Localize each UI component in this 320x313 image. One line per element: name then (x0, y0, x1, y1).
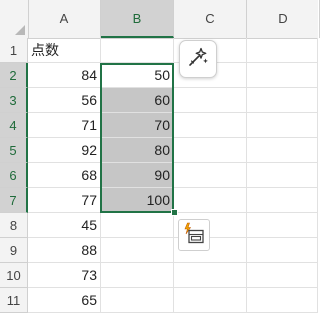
row-header-3[interactable]: 3 (0, 88, 28, 113)
row-header-2[interactable]: 2 (0, 63, 28, 88)
cell-b1[interactable] (101, 38, 174, 63)
column-header-b[interactable]: B (101, 0, 174, 38)
cell-b3[interactable]: 60 (101, 88, 174, 113)
cell-a6[interactable]: 68 (28, 163, 101, 188)
fill-handle[interactable] (171, 209, 178, 216)
select-all-corner[interactable] (0, 0, 29, 38)
column-header-bar: A B C D (0, 0, 320, 39)
quick-analysis-icon (182, 221, 206, 250)
row-header-11[interactable]: 11 (0, 288, 28, 313)
cell-b7[interactable]: 100 (101, 188, 174, 213)
cell-a4[interactable]: 71 (28, 113, 101, 138)
cell-a8[interactable]: 45 (28, 213, 101, 238)
cell-a9[interactable]: 88 (28, 238, 101, 263)
cell-d1[interactable] (247, 38, 318, 63)
cell-d10[interactable] (247, 263, 318, 288)
column-header-d[interactable]: D (247, 0, 320, 38)
row-header-9[interactable]: 9 (0, 238, 28, 263)
cell-c3[interactable] (174, 88, 247, 113)
row-header-1[interactable]: 1 (0, 38, 28, 63)
cell-a7[interactable]: 77 (28, 188, 101, 213)
cell-d9[interactable] (247, 238, 318, 263)
spreadsheet-grid: A B C D 1 2 3 4 5 6 7 8 9 10 11 点数 84 56… (0, 0, 320, 313)
cell-a3[interactable]: 56 (28, 88, 101, 113)
column-header-c[interactable]: C (174, 0, 247, 38)
row-header-8[interactable]: 8 (0, 213, 28, 238)
cell-c10[interactable] (174, 263, 247, 288)
cell-b4[interactable]: 70 (101, 113, 174, 138)
cell-b5[interactable]: 80 (101, 138, 174, 163)
quick-analysis-button[interactable] (178, 219, 210, 251)
cell-b10[interactable] (101, 263, 174, 288)
cell-d7[interactable] (247, 188, 318, 213)
cell-c11[interactable] (174, 288, 247, 313)
cell-d8[interactable] (247, 213, 318, 238)
cell-d3[interactable] (247, 88, 318, 113)
cell-d4[interactable] (247, 113, 318, 138)
cell-b9[interactable] (101, 238, 174, 263)
cell-a11[interactable]: 65 (28, 288, 101, 313)
cell-d2[interactable] (247, 63, 318, 88)
row-header-6[interactable]: 6 (0, 163, 28, 188)
copilot-suggestion-button[interactable] (179, 40, 217, 78)
cell-c5[interactable] (174, 138, 247, 163)
column-header-a[interactable]: A (28, 0, 101, 38)
cell-d11[interactable] (247, 288, 318, 313)
cell-c4[interactable] (174, 113, 247, 138)
row-header-5[interactable]: 5 (0, 138, 28, 163)
cell-b11[interactable] (101, 288, 174, 313)
row-header-4[interactable]: 4 (0, 113, 28, 138)
cell-d6[interactable] (247, 163, 318, 188)
select-all-triangle-icon (15, 25, 25, 35)
cell-c7[interactable] (174, 188, 247, 213)
cell-a5[interactable]: 92 (28, 138, 101, 163)
cell-d5[interactable] (247, 138, 318, 163)
cell-a2[interactable]: 84 (28, 63, 101, 88)
row-header-7[interactable]: 7 (0, 188, 28, 213)
sparkle-wand-icon (187, 46, 209, 73)
cell-b6[interactable]: 90 (101, 163, 174, 188)
cell-b8[interactable] (101, 213, 174, 238)
cell-c6[interactable] (174, 163, 247, 188)
row-header-10[interactable]: 10 (0, 263, 28, 288)
cell-b2[interactable]: 50 (101, 63, 174, 88)
cell-a1[interactable]: 点数 (28, 38, 101, 63)
cell-a10[interactable]: 73 (28, 263, 101, 288)
